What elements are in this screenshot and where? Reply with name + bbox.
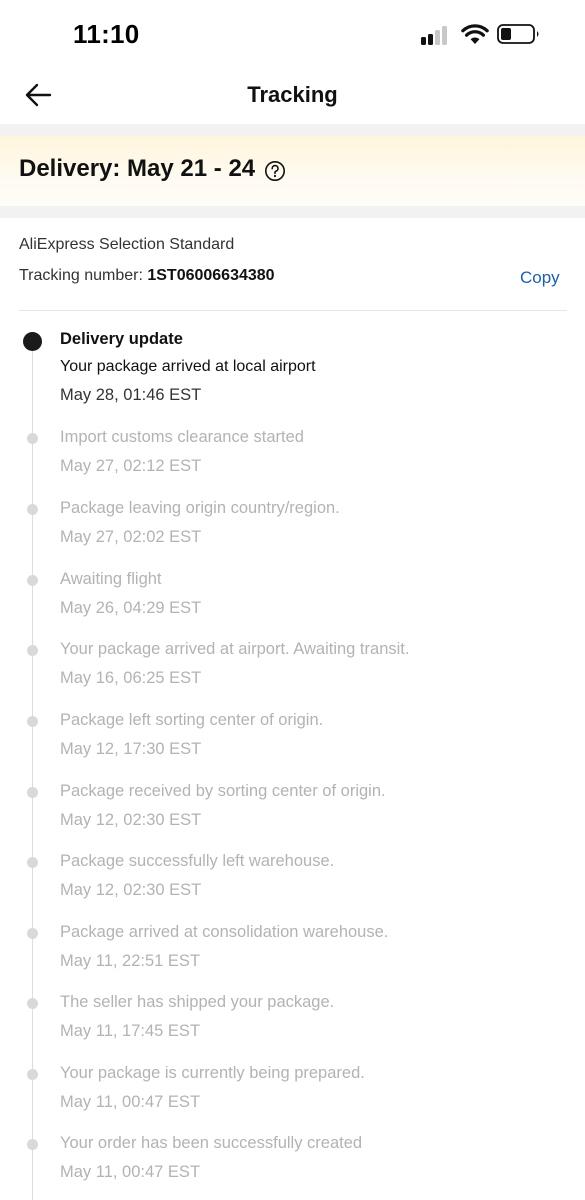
status-time: 11:10	[73, 19, 140, 49]
status-bar: 11:10	[0, 0, 585, 70]
event-title: Your package arrived at airport. Awaitin…	[60, 640, 410, 658]
event-title: Delivery update	[60, 330, 183, 348]
event-time: May 27, 02:02 EST	[60, 528, 202, 546]
event-title: Package arrived at consolidation warehou…	[60, 923, 389, 941]
nav-header: Tracking	[0, 70, 585, 126]
event-time: May 11, 00:47 EST	[60, 1093, 201, 1111]
delivery-estimate-banner: Delivery: May 21 - 24	[0, 136, 585, 206]
timeline-dot-active	[23, 332, 42, 351]
event-time: May 12, 02:30 EST	[60, 881, 202, 899]
timeline-dot	[27, 928, 38, 939]
timeline-dot	[27, 998, 38, 1009]
timeline-dot	[27, 504, 38, 515]
timeline-dot	[27, 1139, 38, 1150]
event-title: Import customs clearance started	[60, 428, 304, 446]
event-time: May 16, 06:25 EST	[60, 669, 202, 687]
timeline-dot	[27, 575, 38, 586]
tracking-label: Tracking number:	[19, 267, 148, 284]
timeline-dot	[27, 645, 38, 656]
cellular-signal-icon	[421, 25, 451, 45]
event-time: May 12, 02:30 EST	[60, 811, 202, 829]
delivery-estimate: Delivery: May 21 - 24	[19, 155, 256, 182]
timeline-dot	[27, 857, 38, 868]
event-title: Package received by sorting center of or…	[60, 782, 386, 800]
event-title: Package left sorting center of origin.	[60, 711, 324, 729]
tracking-info: Tracking number: 1ST06006634380	[19, 267, 275, 285]
tracking-number: 1ST06006634380	[147, 267, 275, 284]
event-time: May 12, 17:30 EST	[60, 740, 202, 758]
timeline-dot	[27, 433, 38, 444]
event-time: May 11, 17:45 EST	[60, 1022, 201, 1040]
page-title: Tracking	[247, 82, 338, 107]
event-title: Your order has been successfully created	[60, 1134, 363, 1152]
section-separator	[0, 206, 585, 218]
event-title: Package successfully left warehouse.	[60, 852, 335, 870]
event-time: May 11, 22:51 EST	[60, 952, 201, 970]
timeline-dot	[27, 716, 38, 727]
section-separator	[0, 124, 585, 136]
event-title: Package leaving origin country/region.	[60, 499, 340, 517]
timeline-dot	[27, 787, 38, 798]
copy-tracking-button[interactable]: Copy	[520, 268, 560, 288]
event-time: May 28, 01:46 EST	[60, 386, 202, 404]
question-circle-icon[interactable]	[264, 160, 286, 182]
event-time: May 27, 02:12 EST	[60, 457, 202, 475]
event-time: May 11, 00:47 EST	[60, 1163, 201, 1181]
battery-icon	[497, 24, 539, 44]
wifi-icon	[461, 24, 489, 44]
carrier-name: AliExpress Selection Standard	[19, 236, 235, 253]
event-title: Your package is currently being prepared…	[60, 1064, 365, 1082]
divider	[19, 310, 567, 311]
event-time: May 26, 04:29 EST	[60, 599, 202, 617]
timeline-dot	[27, 1069, 38, 1080]
event-detail: Your package arrived at local airport	[60, 358, 316, 375]
event-title: Awaiting flight	[60, 570, 162, 588]
event-title: The seller has shipped your package.	[60, 993, 335, 1011]
